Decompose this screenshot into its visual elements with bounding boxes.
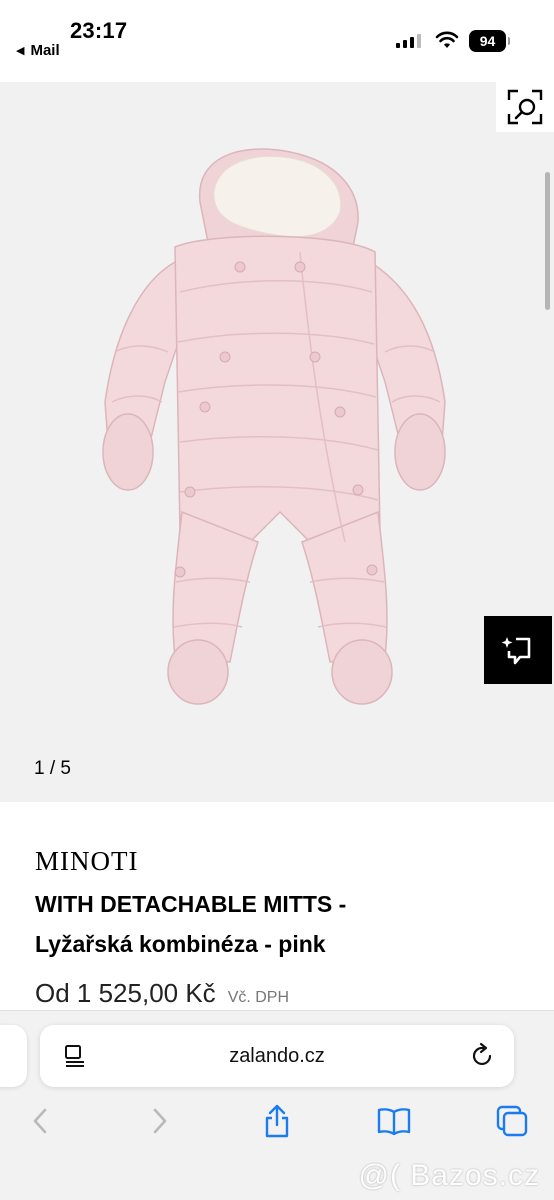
visual-search-button[interactable] — [496, 82, 554, 132]
visual-search-icon — [507, 89, 543, 125]
battery-indicator: 94 — [469, 30, 510, 52]
product-brand[interactable]: MINOTI — [35, 846, 138, 877]
wifi-icon — [435, 31, 459, 48]
browser-bottom-bar: zalando.cz @(Bazos.cz — [0, 1010, 554, 1200]
address-bar[interactable]: zalando.cz — [40, 1025, 514, 1087]
product-image-gallery[interactable]: 1 / 5 — [0, 82, 554, 802]
browser-toolbar — [0, 1099, 554, 1149]
reload-icon[interactable] — [470, 1042, 496, 1070]
status-bar: 23:17 ◀ Mail 94 — [0, 0, 554, 82]
chevron-left-icon — [33, 1108, 47, 1134]
product-title: WITH DETACHABLE MITTS - Lyžařská kombiné… — [35, 884, 525, 964]
price-row: Od 1 525,00 Kč Vč. DPH — [35, 978, 289, 1009]
back-triangle-icon: ◀ — [16, 45, 25, 57]
tabs-icon — [496, 1105, 528, 1137]
bazos-watermark: @( Bazos.cz — [358, 1159, 540, 1192]
share-icon — [265, 1104, 289, 1138]
previous-tab-card[interactable] — [0, 1025, 27, 1087]
bookmarks-button[interactable] — [370, 1099, 418, 1143]
status-time: 23:17 — [70, 18, 128, 43]
cellular-signal-icon — [396, 34, 421, 48]
product-title-line-1: WITH DETACHABLE MITTS - — [35, 891, 347, 917]
back-to-mail-button[interactable]: ◀ Mail — [16, 42, 60, 59]
book-icon — [377, 1108, 411, 1136]
tabs-button[interactable] — [488, 1099, 536, 1143]
chevron-right-icon — [153, 1108, 167, 1134]
product-price: Od 1 525,00 Kč — [35, 978, 216, 1008]
gallery-scroll-indicator — [545, 172, 550, 310]
back-app-label: Mail — [30, 42, 60, 59]
snowsuit-product-image[interactable] — [0, 112, 554, 732]
vat-note: Vč. DPH — [227, 989, 290, 1006]
image-counter: 1 / 5 — [34, 758, 71, 779]
save-look-icon — [501, 637, 531, 665]
share-button[interactable] — [253, 1099, 301, 1143]
back-button[interactable] — [16, 1099, 64, 1143]
url-text[interactable]: zalando.cz — [40, 1045, 514, 1068]
save-look-button[interactable] — [484, 616, 552, 684]
product-title-line-2: Lyžařská kombinéza - pink — [35, 931, 326, 957]
forward-button[interactable] — [136, 1099, 184, 1143]
